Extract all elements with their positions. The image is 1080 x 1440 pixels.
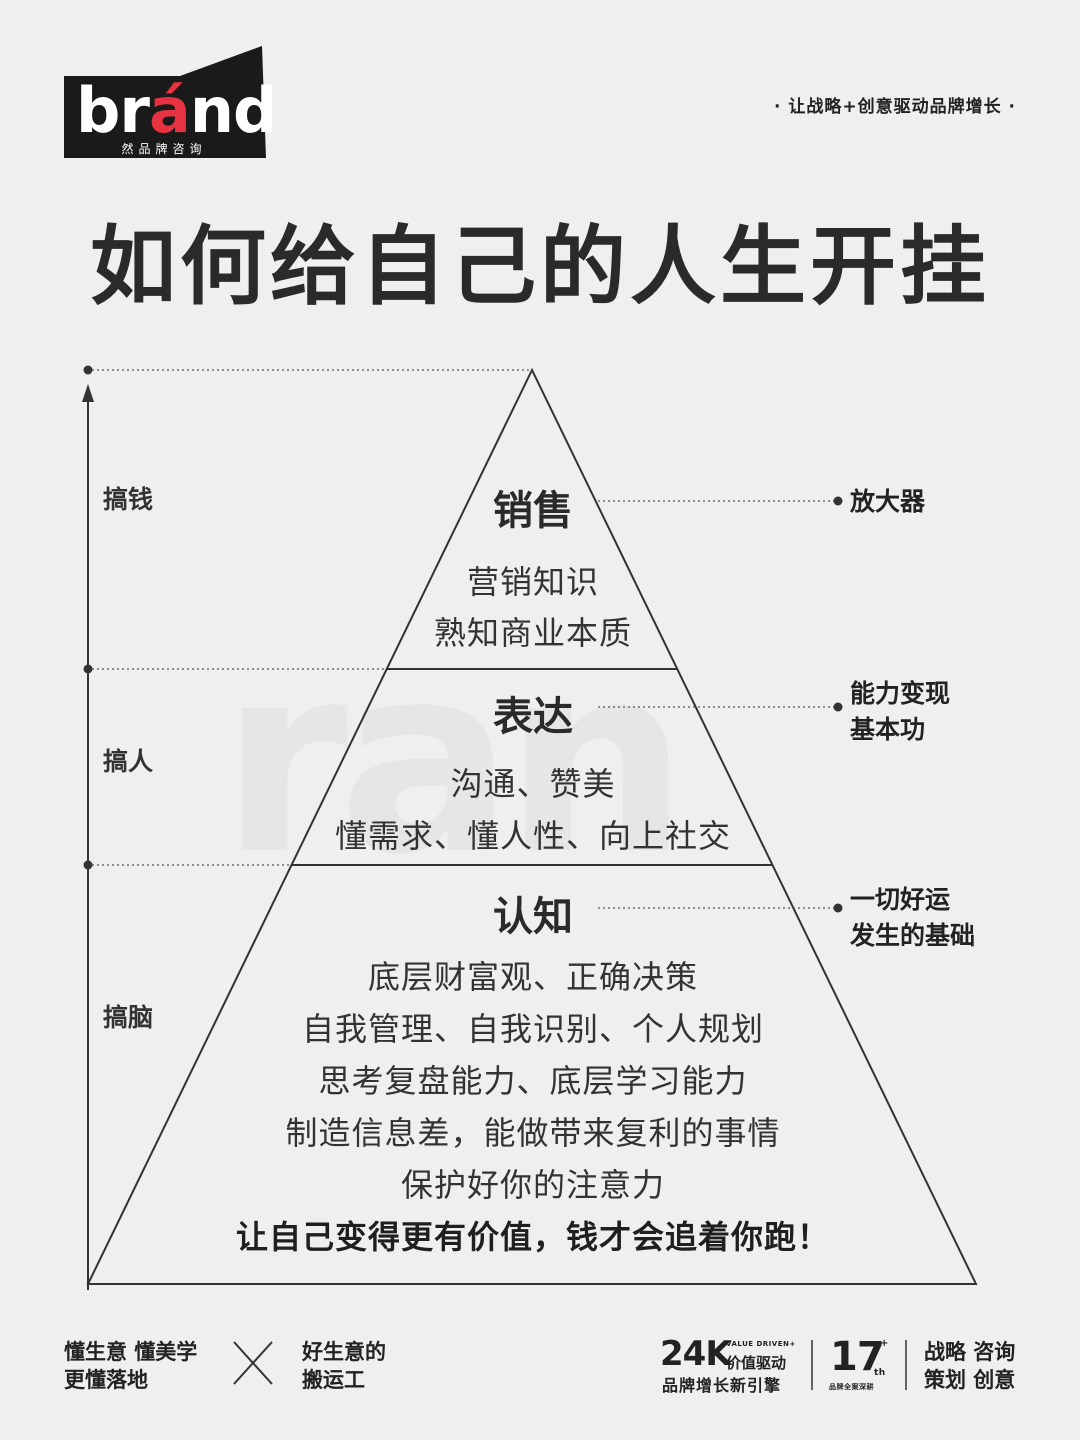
value-plus: + (789, 1340, 796, 1348)
axis-dot-top (83, 365, 93, 375)
years-plus: + (880, 1338, 889, 1349)
axis-arrow (82, 384, 94, 402)
right-label-line: 放大器 (850, 487, 926, 516)
layer-line: 熟知商业本质 (433, 614, 632, 652)
axis-dot-low (83, 860, 93, 870)
years-th: th (874, 1368, 886, 1378)
footer-line: 策划 创意 (924, 1368, 1016, 1392)
footer-line: 更懂落地 (64, 1368, 148, 1392)
layer-line: 保护好你的注意力 (400, 1166, 665, 1204)
value-chinese: 价值驱动 (726, 1354, 787, 1372)
right-label-line: 能力变现 (850, 679, 951, 708)
value-english: VALUE DRIVEN+ (726, 1340, 796, 1348)
layer-line: 底层财富观、正确决策 (367, 958, 698, 996)
layer-line: 思考复盘能力、底层学习能力 (318, 1062, 748, 1100)
layer-line: 懂需求、懂人性、向上社交 (334, 817, 731, 855)
layer-line: 营销知识 (466, 563, 599, 601)
layer-line: 沟通、赞美 (450, 765, 616, 803)
layer-line: 制造信息差，能做带来复利的事情 (285, 1114, 781, 1152)
footer-line: 战略 咨询 (924, 1340, 1016, 1364)
layer-line: 自我管理、自我识别、个人规划 (301, 1010, 764, 1048)
right-label-line: 基本功 (850, 715, 926, 744)
right-label-amplifier: 放大器 (850, 484, 925, 520)
footer-line: 懂生意 懂美学 (64, 1340, 198, 1364)
footer-line: 搬运工 (302, 1368, 365, 1392)
right-label-line: 一切好运 (850, 885, 951, 914)
footer-mid-text: 好生意的 搬运工 (302, 1338, 386, 1394)
layer-emphasis-line: 让自己变得更有价值，钱才会追着你跑！ (235, 1218, 830, 1256)
right-label-foundation: 一切好运 发生的基础 (850, 882, 975, 954)
right-label-monetize: 能力变现 基本功 (850, 676, 950, 748)
right-label-line: 发生的基础 (850, 921, 976, 950)
value-english-text: VALUE DRIVEN (726, 1340, 790, 1348)
footer-left-text: 懂生意 懂美学 更懂落地 (64, 1338, 197, 1394)
value-subtitle: 品牌增长新引擎 (662, 1376, 782, 1395)
footer-services: 战略 咨询 策划 创意 (924, 1338, 1015, 1394)
footer-line: 好生意的 (302, 1340, 386, 1364)
axis-dot-mid (83, 664, 93, 674)
years-subtitle: 品牌全案深耕 (829, 1383, 874, 1391)
value-number: 24K (660, 1334, 732, 1374)
